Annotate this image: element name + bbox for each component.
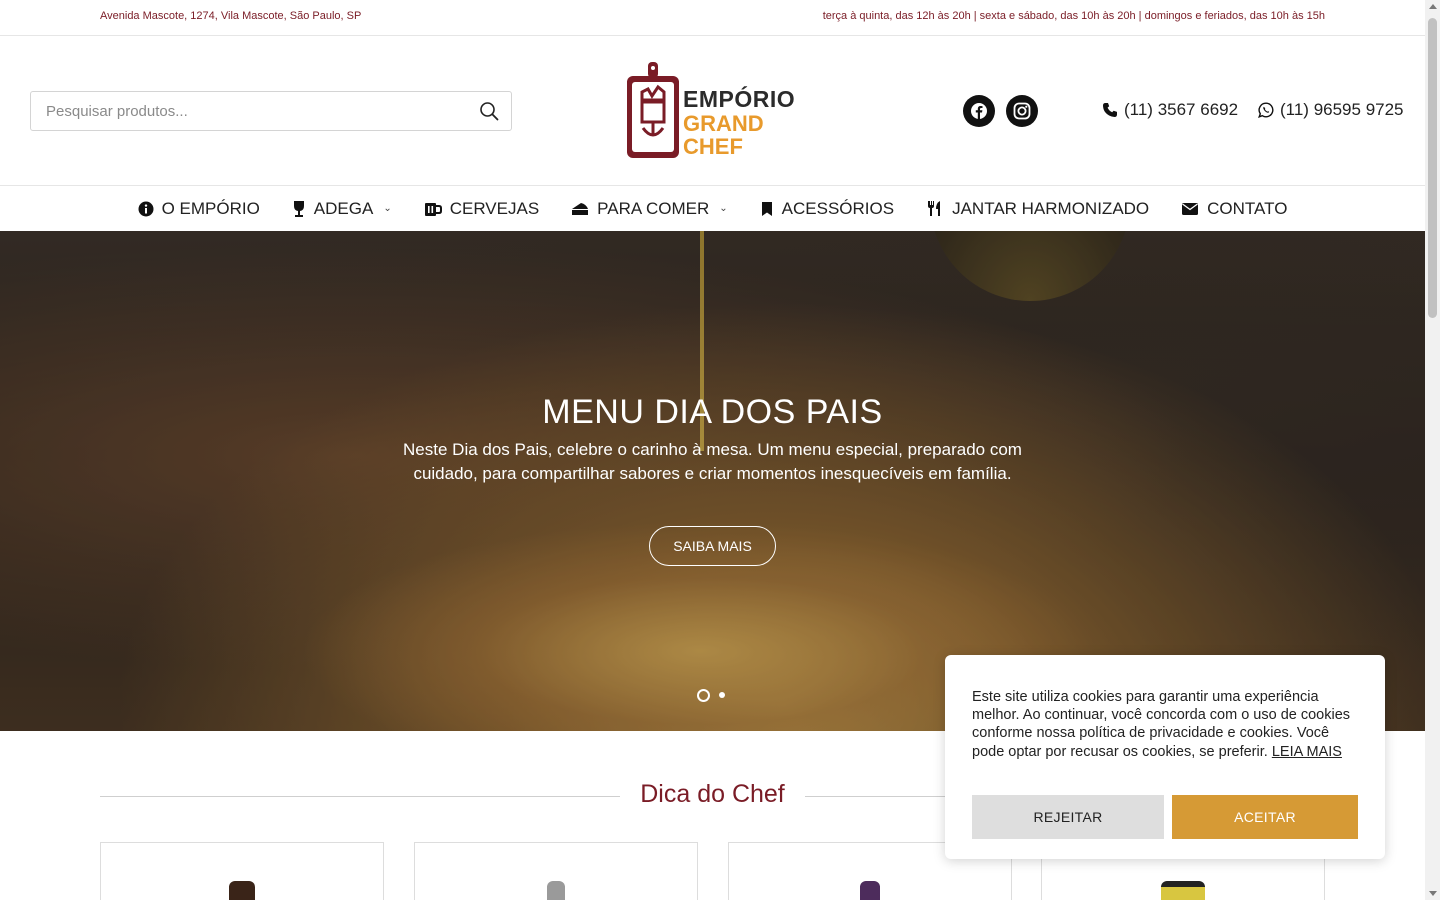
- bookmark-icon: [761, 201, 772, 216]
- product-card[interactable]: [414, 842, 698, 900]
- main-navigation: O EMPÓRIO ADEGA ⌄ CERVEJAS PARA COMER ⌄ …: [0, 186, 1425, 231]
- instagram-link[interactable]: [1006, 95, 1038, 127]
- leia-mais-link[interactable]: LEIA MAIS: [1272, 744, 1342, 760]
- slider-dot-2[interactable]: [719, 692, 725, 698]
- nav-item-adega[interactable]: ADEGA ⌄: [292, 199, 392, 219]
- cheese-icon: [572, 202, 589, 215]
- nav-label: JANTAR HARMONIZADO: [952, 198, 1150, 218]
- reject-cookies-button[interactable]: REJEITAR: [972, 795, 1164, 839]
- product-image: [860, 881, 880, 900]
- search-input[interactable]: [46, 92, 466, 130]
- chevron-down-icon: ⌄: [719, 203, 728, 214]
- logo-text-grand-chef: GRAND CHEF: [683, 112, 764, 158]
- nav-label: O EMPÓRIO: [161, 198, 260, 218]
- nav-item-acessorios[interactable]: ACESSÓRIOS: [760, 199, 894, 219]
- info-circle-icon: [138, 201, 154, 216]
- phone-link[interactable]: (11) 3567 6692: [1102, 100, 1238, 120]
- wine-glass-icon: [293, 200, 304, 217]
- beer-mug-icon: [424, 202, 442, 216]
- nav-item-jantar-harmonizado[interactable]: JANTAR HARMONIZADO: [926, 199, 1149, 219]
- product-image: [229, 881, 255, 900]
- search-icon[interactable]: [479, 101, 501, 123]
- page-scrollbar[interactable]: [1425, 0, 1440, 900]
- opening-hours: terça à quinta, das 12h às 20h | sexta e…: [822, 10, 1325, 22]
- site-header: EMPÓRIO GRANDCHEF (11) 3567 6692 (11) 96…: [0, 36, 1425, 186]
- whatsapp-number: (11) 96595 9725: [1280, 100, 1404, 119]
- product-card[interactable]: [100, 842, 384, 900]
- section-divider-left: [100, 796, 620, 797]
- scrollbar-thumb[interactable]: [1428, 18, 1437, 318]
- accept-cookies-button[interactable]: ACEITAR: [1172, 795, 1358, 839]
- logo-text-chef: CHEF: [683, 134, 743, 159]
- nav-item-cervejas[interactable]: CERVEJAS: [424, 199, 539, 219]
- phone-number: (11) 3567 6692: [1124, 100, 1239, 119]
- cookie-banner: Este site utiliza cookies para garantir …: [945, 655, 1385, 859]
- envelope-icon: [1182, 202, 1199, 215]
- facebook-icon: [971, 103, 987, 119]
- search-box: [30, 91, 512, 131]
- hero-title: MENU DIA DOS PAIS: [542, 393, 883, 431]
- store-address: Avenida Mascote, 1274, Vila Mascote, São…: [100, 10, 362, 22]
- saiba-mais-button[interactable]: SAIBA MAIS: [649, 526, 776, 566]
- product-image: [547, 881, 565, 900]
- site-logo[interactable]: EMPÓRIO GRAND CHEF: [625, 60, 805, 162]
- nav-label: PARA COMER: [597, 198, 710, 218]
- chevron-down-icon: ⌄: [383, 203, 392, 214]
- product-image: [1161, 881, 1205, 900]
- nav-label: CERVEJAS: [449, 198, 540, 218]
- nav-item-contato[interactable]: CONTATO: [1181, 199, 1287, 219]
- nav-label: ACESSÓRIOS: [781, 198, 895, 218]
- slider-dot-1[interactable]: [697, 689, 710, 702]
- logo-text-emporio: EMPÓRIO: [683, 86, 796, 112]
- nav-label: CONTATO: [1207, 198, 1288, 218]
- whatsapp-link[interactable]: (11) 96595 9725: [1258, 100, 1404, 120]
- facebook-link[interactable]: [963, 95, 995, 127]
- whatsapp-icon: [1258, 102, 1274, 118]
- scroll-up-arrow-icon[interactable]: [1429, 4, 1437, 9]
- logo-text-grand: GRAND: [683, 111, 764, 136]
- scroll-down-arrow-icon[interactable]: [1429, 891, 1437, 896]
- hero-description: Neste Dia dos Pais, celebre o carinho à …: [403, 440, 1022, 483]
- cutting-board-icon: [627, 62, 679, 158]
- utensils-icon: [928, 201, 941, 216]
- phone-icon: [1103, 103, 1117, 117]
- nav-item-emporio[interactable]: O EMPÓRIO: [138, 199, 260, 219]
- nav-label: ADEGA: [313, 198, 374, 218]
- section-title: Dica do Chef: [640, 780, 785, 808]
- top-info-bar: Avenida Mascote, 1274, Vila Mascote, São…: [0, 0, 1425, 36]
- instagram-icon: [1013, 102, 1031, 120]
- cookie-message: Este site utiliza cookies para garantir …: [972, 688, 1362, 761]
- nav-item-para-comer[interactable]: PARA COMER ⌄: [571, 198, 728, 219]
